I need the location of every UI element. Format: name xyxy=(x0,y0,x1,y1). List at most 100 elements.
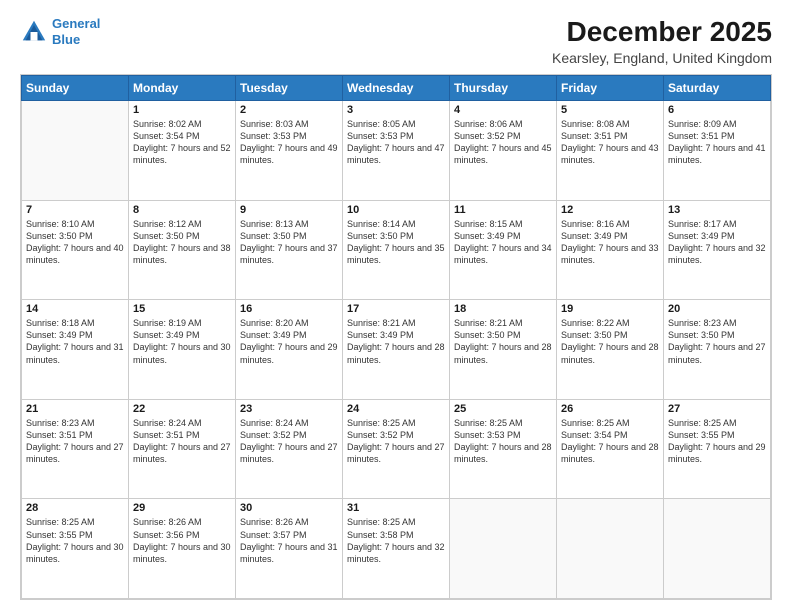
calendar-cell: 12 Sunrise: 8:16 AM Sunset: 3:49 PM Dayli… xyxy=(557,200,664,300)
day-info: Sunrise: 8:26 AM Sunset: 3:56 PM Dayligh… xyxy=(133,516,231,565)
calendar-cell: 31 Sunrise: 8:25 AM Sunset: 3:58 PM Dayli… xyxy=(343,499,450,599)
calendar-cell xyxy=(557,499,664,599)
calendar-body: 1Sunrise: 8:02 AM Sunset: 3:54 PM Daylig… xyxy=(22,101,771,599)
day-info: Sunrise: 8:25 AM Sunset: 3:55 PM Dayligh… xyxy=(668,417,766,466)
day-info: Sunrise: 8:23 AM Sunset: 3:50 PM Dayligh… xyxy=(668,317,766,366)
day-info: Sunrise: 8:17 AM Sunset: 3:49 PM Dayligh… xyxy=(668,218,766,267)
logo-text: General Blue xyxy=(52,16,100,47)
calendar-cell: 16Sunrise: 8:20 AM Sunset: 3:49 PM Dayli… xyxy=(236,300,343,400)
week-row-4: 28 Sunrise: 8:25 AM Sunset: 3:55 PM Dayli… xyxy=(22,499,771,599)
day-info: Sunrise: 8:23 AM Sunset: 3:51 PM Dayligh… xyxy=(26,417,124,466)
day-info: Sunrise: 8:02 AM Sunset: 3:54 PM Dayligh… xyxy=(133,118,231,167)
title-block: December 2025 Kearsley, England, United … xyxy=(552,16,772,66)
calendar-cell: 2 Sunrise: 8:03 AM Sunset: 3:53 PM Daylig… xyxy=(236,101,343,201)
header-thursday: Thursday xyxy=(450,76,557,101)
calendar-cell: 11Sunrise: 8:15 AM Sunset: 3:49 PM Dayli… xyxy=(450,200,557,300)
header-saturday: Saturday xyxy=(664,76,771,101)
day-info: Sunrise: 8:16 AM Sunset: 3:49 PM Dayligh… xyxy=(561,218,659,267)
day-number: 16 xyxy=(240,303,338,315)
calendar-table: Sunday Monday Tuesday Wednesday Thursday… xyxy=(21,75,771,599)
day-number: 12 xyxy=(561,204,659,216)
day-number: 26 xyxy=(561,403,659,415)
calendar-cell: 28 Sunrise: 8:25 AM Sunset: 3:55 PM Dayli… xyxy=(22,499,129,599)
day-info: Sunrise: 8:25 AM Sunset: 3:55 PM Dayligh… xyxy=(26,516,124,565)
header-friday: Friday xyxy=(557,76,664,101)
calendar-cell: 24 Sunrise: 8:25 AM Sunset: 3:52 PM Dayli… xyxy=(343,399,450,499)
day-number: 4 xyxy=(454,104,552,116)
main-title: December 2025 xyxy=(552,16,772,48)
day-info: Sunrise: 8:25 AM Sunset: 3:53 PM Dayligh… xyxy=(454,417,552,466)
day-info: Sunrise: 8:06 AM Sunset: 3:52 PM Dayligh… xyxy=(454,118,552,167)
day-number: 2 xyxy=(240,104,338,116)
day-info: Sunrise: 8:21 AM Sunset: 3:50 PM Dayligh… xyxy=(454,317,552,366)
logo-line1: General xyxy=(52,16,100,31)
calendar-cell: 13 Sunrise: 8:17 AM Sunset: 3:49 PM Dayli… xyxy=(664,200,771,300)
day-info: Sunrise: 8:10 AM Sunset: 3:50 PM Dayligh… xyxy=(26,218,124,267)
calendar-cell: 30Sunrise: 8:26 AM Sunset: 3:57 PM Dayli… xyxy=(236,499,343,599)
day-info: Sunrise: 8:25 AM Sunset: 3:54 PM Dayligh… xyxy=(561,417,659,466)
calendar-cell: 5 Sunrise: 8:08 AM Sunset: 3:51 PM Daylig… xyxy=(557,101,664,201)
header-monday: Monday xyxy=(129,76,236,101)
calendar-cell: 19 Sunrise: 8:22 AM Sunset: 3:50 PM Dayli… xyxy=(557,300,664,400)
calendar-header: Sunday Monday Tuesday Wednesday Thursday… xyxy=(22,76,771,101)
day-number: 9 xyxy=(240,204,338,216)
day-info: Sunrise: 8:08 AM Sunset: 3:51 PM Dayligh… xyxy=(561,118,659,167)
day-info: Sunrise: 8:25 AM Sunset: 3:58 PM Dayligh… xyxy=(347,516,445,565)
day-number: 13 xyxy=(668,204,766,216)
day-number: 11 xyxy=(454,204,552,216)
calendar: Sunday Monday Tuesday Wednesday Thursday… xyxy=(20,74,772,600)
week-row-0: 1Sunrise: 8:02 AM Sunset: 3:54 PM Daylig… xyxy=(22,101,771,201)
calendar-cell: 23Sunrise: 8:24 AM Sunset: 3:52 PM Dayli… xyxy=(236,399,343,499)
day-info: Sunrise: 8:13 AM Sunset: 3:50 PM Dayligh… xyxy=(240,218,338,267)
calendar-cell xyxy=(22,101,129,201)
calendar-cell xyxy=(450,499,557,599)
day-info: Sunrise: 8:24 AM Sunset: 3:51 PM Dayligh… xyxy=(133,417,231,466)
day-number: 27 xyxy=(668,403,766,415)
day-number: 23 xyxy=(240,403,338,415)
week-row-3: 21Sunrise: 8:23 AM Sunset: 3:51 PM Dayli… xyxy=(22,399,771,499)
logo-line2: Blue xyxy=(52,32,80,47)
day-number: 5 xyxy=(561,104,659,116)
day-number: 14 xyxy=(26,303,124,315)
subtitle: Kearsley, England, United Kingdom xyxy=(552,50,772,66)
day-number: 25 xyxy=(454,403,552,415)
day-number: 6 xyxy=(668,104,766,116)
header: General Blue December 2025 Kearsley, Eng… xyxy=(20,16,772,66)
week-row-2: 14 Sunrise: 8:18 AM Sunset: 3:49 PM Dayli… xyxy=(22,300,771,400)
day-number: 22 xyxy=(133,403,231,415)
calendar-cell: 3Sunrise: 8:05 AM Sunset: 3:53 PM Daylig… xyxy=(343,101,450,201)
calendar-cell: 17 Sunrise: 8:21 AM Sunset: 3:49 PM Dayli… xyxy=(343,300,450,400)
day-info: Sunrise: 8:18 AM Sunset: 3:49 PM Dayligh… xyxy=(26,317,124,366)
calendar-cell: 8Sunrise: 8:12 AM Sunset: 3:50 PM Daylig… xyxy=(129,200,236,300)
calendar-cell: 9 Sunrise: 8:13 AM Sunset: 3:50 PM Daylig… xyxy=(236,200,343,300)
day-number: 19 xyxy=(561,303,659,315)
day-info: Sunrise: 8:19 AM Sunset: 3:49 PM Dayligh… xyxy=(133,317,231,366)
calendar-cell: 21Sunrise: 8:23 AM Sunset: 3:51 PM Dayli… xyxy=(22,399,129,499)
calendar-cell: 27 Sunrise: 8:25 AM Sunset: 3:55 PM Dayli… xyxy=(664,399,771,499)
day-number: 17 xyxy=(347,303,445,315)
day-number: 24 xyxy=(347,403,445,415)
day-number: 31 xyxy=(347,502,445,514)
calendar-cell: 20 Sunrise: 8:23 AM Sunset: 3:50 PM Dayli… xyxy=(664,300,771,400)
calendar-cell: 10Sunrise: 8:14 AM Sunset: 3:50 PM Dayli… xyxy=(343,200,450,300)
day-info: Sunrise: 8:12 AM Sunset: 3:50 PM Dayligh… xyxy=(133,218,231,267)
day-info: Sunrise: 8:25 AM Sunset: 3:52 PM Dayligh… xyxy=(347,417,445,466)
week-row-1: 7Sunrise: 8:10 AM Sunset: 3:50 PM Daylig… xyxy=(22,200,771,300)
calendar-cell xyxy=(664,499,771,599)
calendar-cell: 26 Sunrise: 8:25 AM Sunset: 3:54 PM Dayli… xyxy=(557,399,664,499)
day-number: 28 xyxy=(26,502,124,514)
day-info: Sunrise: 8:03 AM Sunset: 3:53 PM Dayligh… xyxy=(240,118,338,167)
calendar-cell: 29Sunrise: 8:26 AM Sunset: 3:56 PM Dayli… xyxy=(129,499,236,599)
day-info: Sunrise: 8:22 AM Sunset: 3:50 PM Dayligh… xyxy=(561,317,659,366)
calendar-cell: 6Sunrise: 8:09 AM Sunset: 3:51 PM Daylig… xyxy=(664,101,771,201)
day-info: Sunrise: 8:05 AM Sunset: 3:53 PM Dayligh… xyxy=(347,118,445,167)
calendar-cell: 1Sunrise: 8:02 AM Sunset: 3:54 PM Daylig… xyxy=(129,101,236,201)
calendar-cell: 7Sunrise: 8:10 AM Sunset: 3:50 PM Daylig… xyxy=(22,200,129,300)
day-number: 20 xyxy=(668,303,766,315)
day-info: Sunrise: 8:21 AM Sunset: 3:49 PM Dayligh… xyxy=(347,317,445,366)
days-header-row: Sunday Monday Tuesday Wednesday Thursday… xyxy=(22,76,771,101)
day-info: Sunrise: 8:14 AM Sunset: 3:50 PM Dayligh… xyxy=(347,218,445,267)
calendar-cell: 18Sunrise: 8:21 AM Sunset: 3:50 PM Dayli… xyxy=(450,300,557,400)
day-info: Sunrise: 8:26 AM Sunset: 3:57 PM Dayligh… xyxy=(240,516,338,565)
calendar-cell: 22 Sunrise: 8:24 AM Sunset: 3:51 PM Dayli… xyxy=(129,399,236,499)
